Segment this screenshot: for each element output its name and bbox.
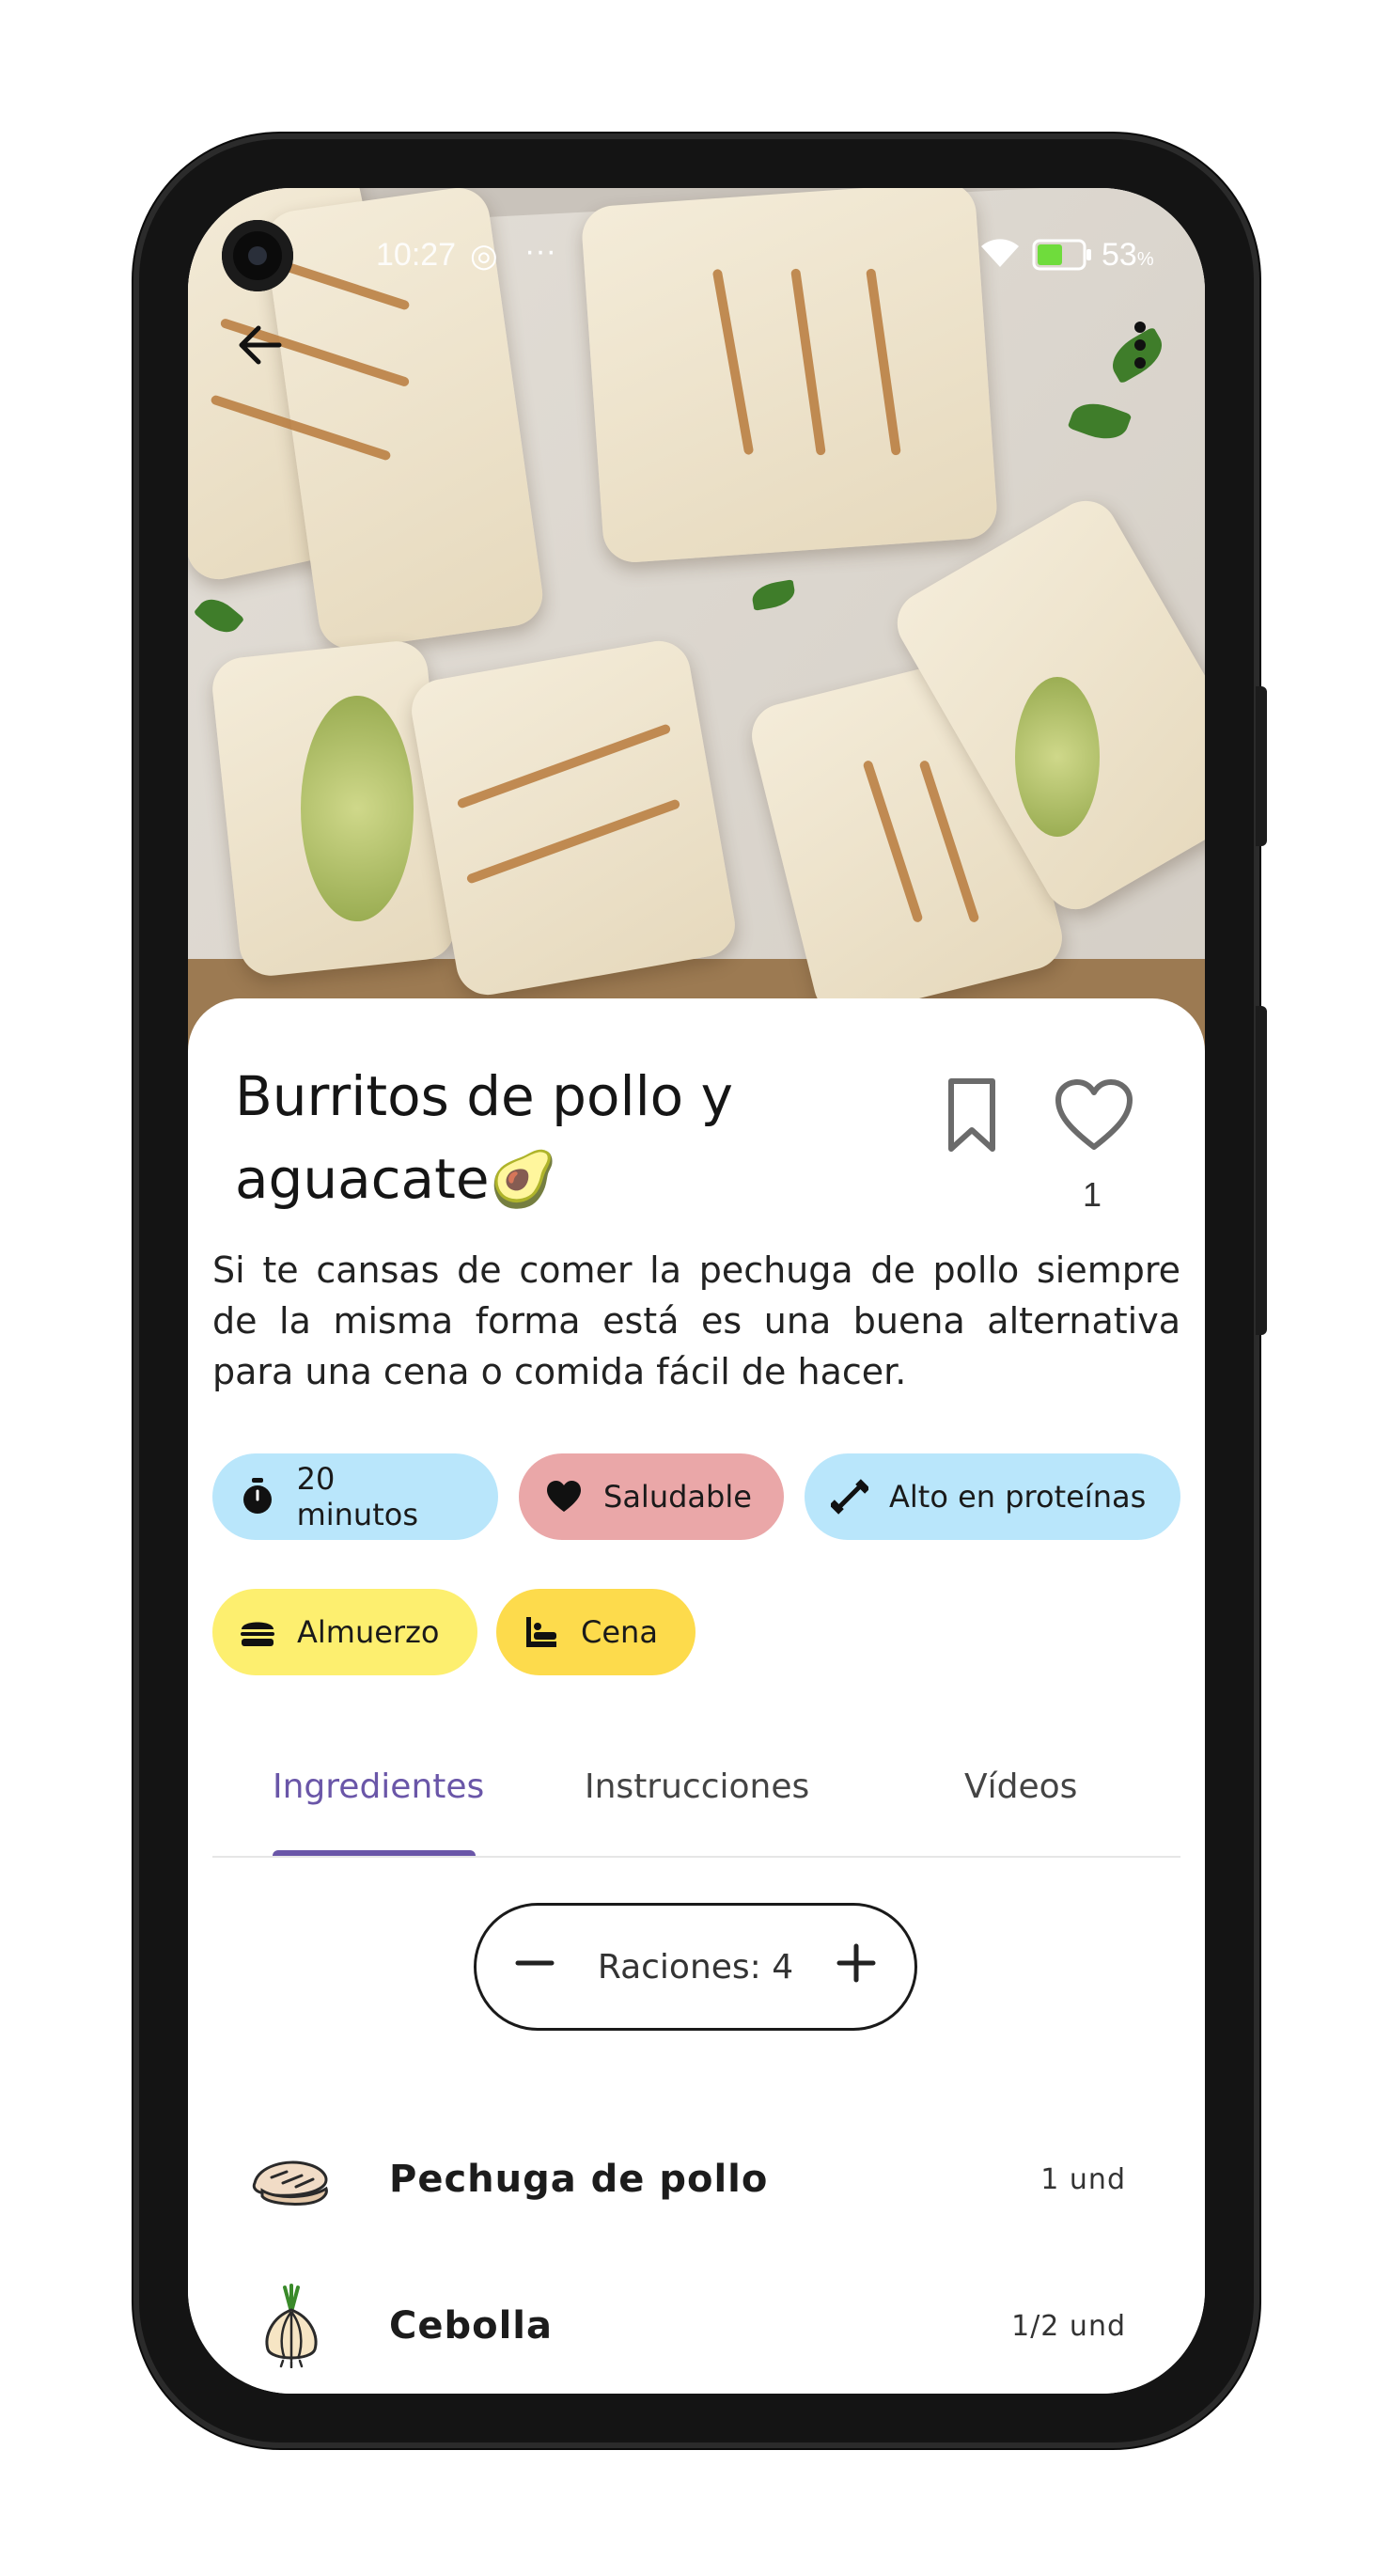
recipe-photo: 10:27 ◎ ··· 53% <box>188 188 1205 1072</box>
more-options-button[interactable] <box>1107 312 1173 378</box>
recipe-card: Burritos de pollo y aguacate🥑 1 Si te ca… <box>188 998 1205 2394</box>
chip-healthy: Saludable <box>519 1453 784 1540</box>
plus-icon <box>836 1943 876 1982</box>
chicken-breast-icon <box>244 2132 338 2226</box>
ingredient-name: Cebolla <box>389 2304 554 2348</box>
servings-stepper: Raciones: 4 <box>474 1903 917 2031</box>
chip-time: 20 minutos <box>212 1453 498 1540</box>
status-bar: 10:27 ◎ ··· 53% <box>188 226 1205 291</box>
ingredient-name: Pechuga de pollo <box>389 2158 769 2201</box>
more-vertical-icon <box>1134 322 1146 369</box>
dinner-icon <box>523 1613 560 1651</box>
bookmark-button[interactable] <box>938 1076 1006 1156</box>
tab-videos[interactable]: Vídeos <box>964 1767 1077 1806</box>
ingredient-row: Pechuga de pollo 1 und <box>244 2123 1147 2236</box>
battery-level: 53% <box>1102 237 1154 273</box>
bookmark-icon <box>948 1078 995 1152</box>
chip-high-protein: Alto en proteínas <box>805 1453 1180 1540</box>
chip-dinner: Cena <box>496 1589 696 1675</box>
servings-label: Raciones: 4 <box>597 1947 794 1987</box>
ingredient-qty: 1 und <box>1040 2162 1126 2196</box>
status-time: 10:27 <box>376 237 457 273</box>
onion-icon <box>244 2279 338 2373</box>
heart-icon <box>545 1478 583 1516</box>
dumbbell-icon <box>831 1478 868 1516</box>
wifi-icon <box>977 235 1023 279</box>
tab-instrucciones[interactable]: Instrucciones <box>585 1767 809 1806</box>
burrito-filling <box>1015 677 1100 837</box>
minus-icon <box>515 1960 555 1965</box>
heart-outline-icon <box>1055 1079 1133 1150</box>
like-button[interactable] <box>1053 1077 1135 1153</box>
increase-servings-button[interactable] <box>836 1942 877 1992</box>
front-camera <box>222 220 293 291</box>
whatsapp-icon: ◎ <box>470 238 498 274</box>
tab-ingredientes[interactable]: Ingredientes <box>273 1767 484 1806</box>
screen: 10:27 ◎ ··· 53% Burritos de pollo y agua… <box>188 188 1205 2394</box>
recipe-title: Burritos de pollo y aguacate🥑 <box>235 1064 733 1211</box>
ingredient-qty: 1/2 und <box>1011 2309 1126 2343</box>
tab-divider <box>212 1856 1180 1858</box>
more-notifications-icon: ··· <box>524 233 556 269</box>
back-button[interactable] <box>227 312 293 378</box>
chip-lunch: Almuerzo <box>212 1589 477 1675</box>
likes-count: 1 <box>1083 1175 1102 1214</box>
power-button <box>1256 1006 1267 1335</box>
stopwatch-icon <box>239 1478 276 1516</box>
arrow-left-icon <box>239 325 282 365</box>
volume-button <box>1256 686 1267 846</box>
battery-icon <box>1032 239 1092 279</box>
decrease-servings-button[interactable] <box>514 1942 555 1992</box>
burger-icon <box>239 1613 276 1651</box>
burrito-filling <box>301 696 414 921</box>
ingredient-row: Cebolla 1/2 und <box>244 2270 1147 2382</box>
burrito <box>406 636 741 1000</box>
recipe-description: Si te cansas de comer la pechuga de poll… <box>212 1249 1180 1392</box>
